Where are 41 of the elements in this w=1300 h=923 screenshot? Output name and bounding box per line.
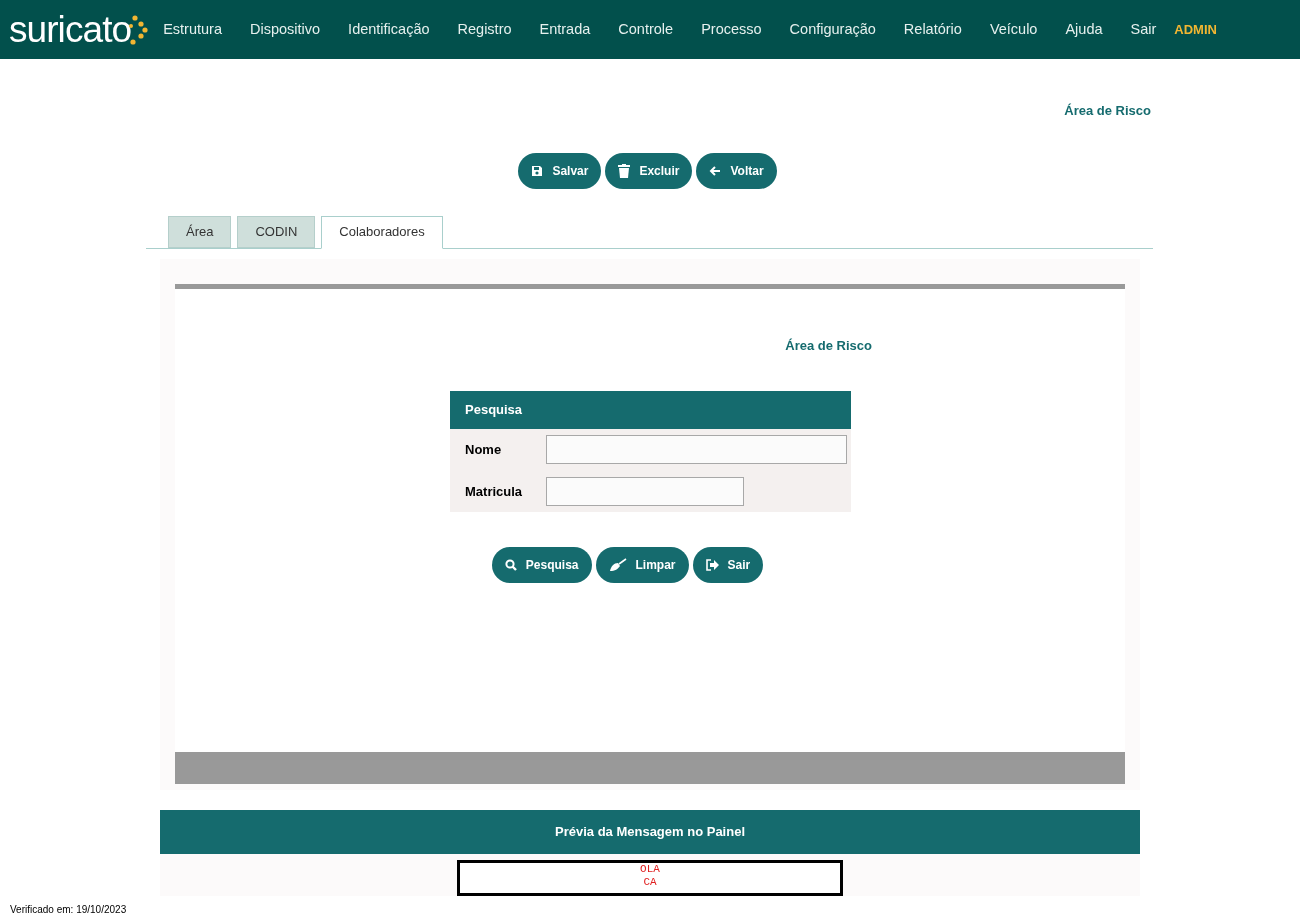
nav-link[interactable]: Dispositivo <box>250 18 321 41</box>
nav-link[interactable]: Entrada <box>539 18 591 41</box>
text-input[interactable] <box>546 435 847 464</box>
nav-link[interactable]: Registro <box>457 18 512 41</box>
search-form-header: Pesquisa <box>450 391 851 429</box>
action-button[interactable]: Voltar <box>696 152 777 189</box>
nav-link[interactable]: Identificação <box>348 18 430 41</box>
section-title: Área de Risco <box>785 336 872 355</box>
message-line: CA <box>643 875 657 889</box>
tab[interactable]: CODIN <box>237 215 316 248</box>
arrow-left-icon <box>709 164 722 177</box>
user-name: ADMIN <box>1174 20 1217 39</box>
action-button[interactable]: Sair <box>692 547 764 583</box>
nav-link[interactable]: Estrutura <box>163 18 222 41</box>
action-button[interactable]: Pesquisa <box>491 547 592 583</box>
text-input[interactable] <box>546 477 744 506</box>
message-line: OLA <box>640 862 660 876</box>
action-button[interactable]: Limpar <box>595 547 689 583</box>
search-icon <box>504 559 517 571</box>
nav-link[interactable]: Ajuda <box>1065 18 1103 41</box>
nav-link[interactable]: Relatório <box>903 18 962 41</box>
trash-icon <box>618 163 631 178</box>
nav-link[interactable]: Sair <box>1130 18 1157 41</box>
nav-link[interactable]: Controle <box>618 18 674 41</box>
verification-date: Verificado em: 19/10/2023 <box>10 903 127 917</box>
preview-header: Prévia da Mensagem no Painel <box>160 809 1140 854</box>
action-button[interactable]: Salvar <box>518 152 602 189</box>
nav-link[interactable]: Configuração <box>789 18 876 41</box>
dots-icon <box>129 13 150 46</box>
save-icon <box>531 164 544 177</box>
logo-text[interactable]: suricato <box>9 11 132 48</box>
tab[interactable]: Área <box>168 215 232 248</box>
broom-icon <box>608 558 627 572</box>
field-label: Matricula <box>465 482 524 501</box>
nav-link[interactable]: Processo <box>701 18 762 41</box>
field-label: Nome <box>465 440 503 459</box>
nav-link[interactable]: Veículo <box>989 18 1038 41</box>
page-title: Área de Risco <box>1064 102 1151 120</box>
tab[interactable]: Colaboradores <box>321 215 443 249</box>
sign-out-icon <box>705 559 719 571</box>
action-button[interactable]: Excluir <box>605 152 693 189</box>
